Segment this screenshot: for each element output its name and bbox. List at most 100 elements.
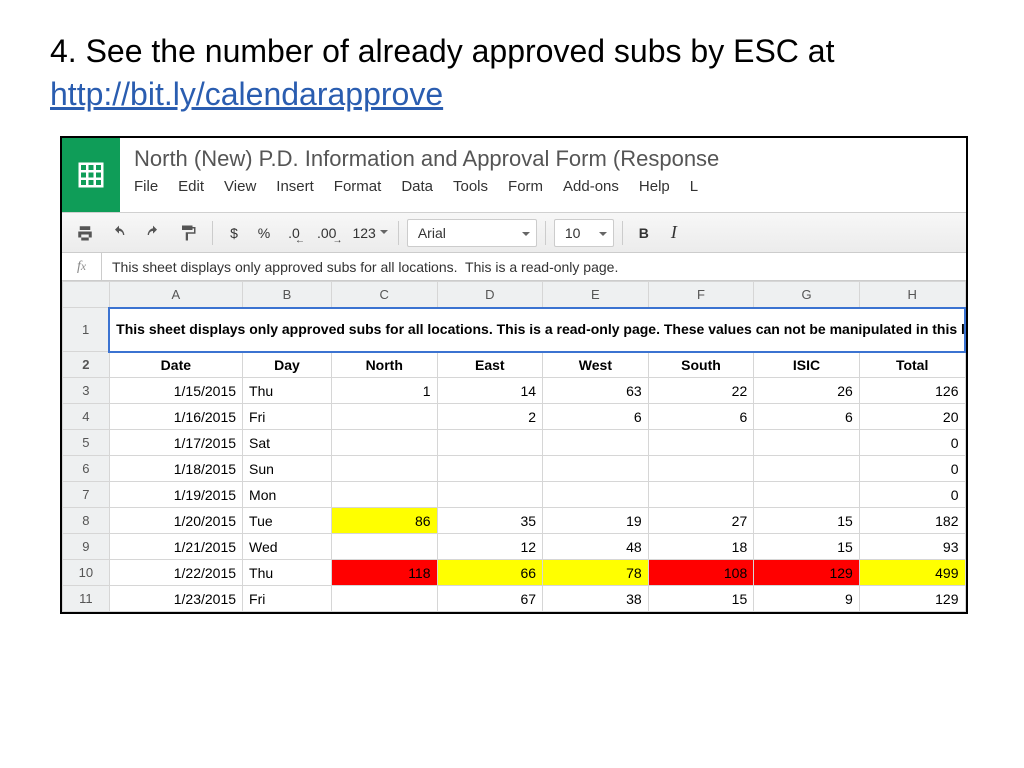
column-header[interactable]: A: [109, 282, 242, 308]
cell[interactable]: 20: [859, 404, 965, 430]
cell[interactable]: [331, 586, 437, 612]
cell[interactable]: 2: [437, 404, 543, 430]
cell[interactable]: [543, 482, 649, 508]
menu-insert[interactable]: Insert: [276, 178, 314, 195]
row-header[interactable]: 11: [63, 586, 110, 612]
undo-icon[interactable]: [104, 219, 134, 247]
menu-view[interactable]: View: [224, 178, 256, 195]
bold-button[interactable]: B: [631, 219, 657, 247]
cell[interactable]: 182: [859, 508, 965, 534]
cell[interactable]: 15: [648, 586, 754, 612]
cell[interactable]: 1/23/2015: [109, 586, 242, 612]
cell[interactable]: [331, 482, 437, 508]
cell[interactable]: [331, 430, 437, 456]
row-header[interactable]: 8: [63, 508, 110, 534]
print-icon[interactable]: [70, 219, 100, 247]
column-header[interactable]: H: [859, 282, 965, 308]
cell[interactable]: 26: [754, 378, 860, 404]
cell[interactable]: 35: [437, 508, 543, 534]
cell[interactable]: 126: [859, 378, 965, 404]
cell[interactable]: [331, 404, 437, 430]
paint-format-icon[interactable]: [172, 219, 204, 247]
cell[interactable]: [543, 456, 649, 482]
table-header-cell[interactable]: South: [648, 352, 754, 378]
cell[interactable]: [331, 456, 437, 482]
formula-input[interactable]: [102, 253, 966, 280]
column-header[interactable]: C: [331, 282, 437, 308]
cell[interactable]: 48: [543, 534, 649, 560]
cell[interactable]: 67: [437, 586, 543, 612]
cell[interactable]: 38: [543, 586, 649, 612]
table-header-cell[interactable]: Total: [859, 352, 965, 378]
cell[interactable]: 15: [754, 508, 860, 534]
redo-icon[interactable]: [138, 219, 168, 247]
cell[interactable]: [543, 430, 649, 456]
cell[interactable]: 129: [754, 560, 860, 586]
cell[interactable]: 0: [859, 482, 965, 508]
cell[interactable]: Mon: [243, 482, 332, 508]
column-header[interactable]: B: [243, 282, 332, 308]
table-header-cell[interactable]: East: [437, 352, 543, 378]
menu-tools[interactable]: Tools: [453, 178, 488, 195]
column-header[interactable]: F: [648, 282, 754, 308]
font-size-dropdown[interactable]: 10: [554, 219, 614, 247]
cell[interactable]: 108: [648, 560, 754, 586]
cell[interactable]: [754, 456, 860, 482]
cell[interactable]: [648, 482, 754, 508]
menu-data[interactable]: Data: [401, 178, 433, 195]
cell[interactable]: [437, 482, 543, 508]
menu-form[interactable]: Form: [508, 178, 543, 195]
cell[interactable]: [648, 456, 754, 482]
cell[interactable]: [754, 430, 860, 456]
row-header[interactable]: 4: [63, 404, 110, 430]
column-header[interactable]: E: [543, 282, 649, 308]
cell[interactable]: 22: [648, 378, 754, 404]
menu-add-ons[interactable]: Add-ons: [563, 178, 619, 195]
cell[interactable]: 0: [859, 456, 965, 482]
cell[interactable]: 1/16/2015: [109, 404, 242, 430]
cell[interactable]: 78: [543, 560, 649, 586]
cell[interactable]: 14: [437, 378, 543, 404]
cell[interactable]: 1/22/2015: [109, 560, 242, 586]
row-header[interactable]: 6: [63, 456, 110, 482]
column-header[interactable]: D: [437, 282, 543, 308]
cell[interactable]: 0: [859, 430, 965, 456]
row-header[interactable]: 2: [63, 352, 110, 378]
heading-link[interactable]: http://bit.ly/calendarapprove: [50, 76, 443, 112]
select-all-corner[interactable]: [63, 282, 110, 308]
menu-file[interactable]: File: [134, 178, 158, 195]
currency-button[interactable]: $: [221, 219, 247, 247]
cell[interactable]: 1/18/2015: [109, 456, 242, 482]
cell[interactable]: Thu: [243, 560, 332, 586]
cell[interactable]: 1/20/2015: [109, 508, 242, 534]
row-header[interactable]: 5: [63, 430, 110, 456]
spreadsheet-grid[interactable]: ABCDEFGH 1This sheet displays only appro…: [62, 281, 966, 612]
cell[interactable]: Thu: [243, 378, 332, 404]
table-header-cell[interactable]: Date: [109, 352, 242, 378]
cell[interactable]: Fri: [243, 586, 332, 612]
row-header[interactable]: 10: [63, 560, 110, 586]
document-title[interactable]: North (New) P.D. Information and Approva…: [134, 144, 956, 178]
cell[interactable]: 1/19/2015: [109, 482, 242, 508]
cell[interactable]: 66: [437, 560, 543, 586]
menu-format[interactable]: Format: [334, 178, 382, 195]
cell[interactable]: 1: [331, 378, 437, 404]
cell[interactable]: Sat: [243, 430, 332, 456]
cell[interactable]: 27: [648, 508, 754, 534]
cell[interactable]: 15: [754, 534, 860, 560]
row-header[interactable]: 9: [63, 534, 110, 560]
cell[interactable]: [437, 456, 543, 482]
table-header-cell[interactable]: Day: [243, 352, 332, 378]
cell[interactable]: 12: [437, 534, 543, 560]
sheets-logo-icon[interactable]: [62, 138, 120, 212]
menu-help[interactable]: Help: [639, 178, 670, 195]
italic-button[interactable]: I: [661, 219, 687, 247]
cell[interactable]: [331, 534, 437, 560]
row-header[interactable]: 7: [63, 482, 110, 508]
number-format-dropdown[interactable]: 123: [346, 219, 389, 247]
font-family-dropdown[interactable]: Arial: [407, 219, 537, 247]
cell[interactable]: 86: [331, 508, 437, 534]
decrease-decimal-button[interactable]: .0←: [281, 219, 307, 247]
column-header[interactable]: G: [754, 282, 860, 308]
cell[interactable]: 6: [754, 404, 860, 430]
